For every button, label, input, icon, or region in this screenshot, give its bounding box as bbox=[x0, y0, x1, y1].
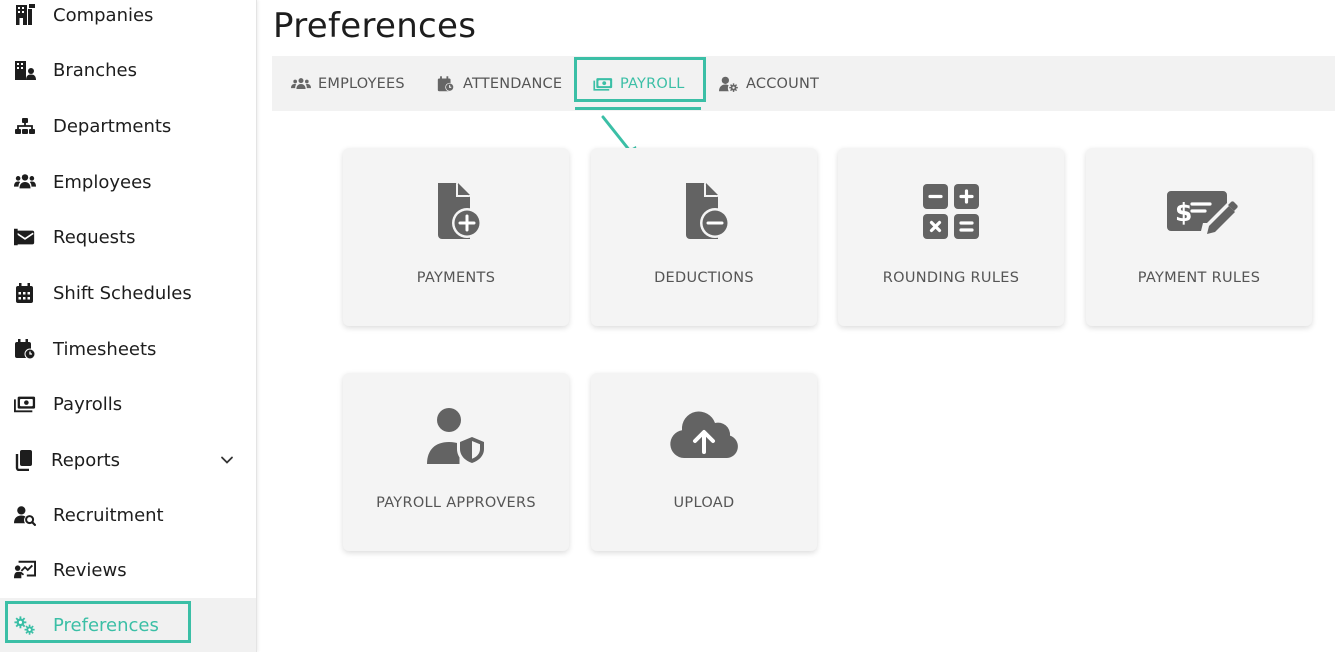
card-label: UPLOAD bbox=[673, 495, 735, 511]
card-payment-rules[interactable]: $ PAYMENT RULES bbox=[1086, 148, 1312, 326]
sidebar-item-label: Reviews bbox=[53, 559, 127, 581]
building-icon bbox=[13, 3, 37, 27]
page-title: Preferences bbox=[273, 6, 477, 46]
file-minus-icon bbox=[591, 180, 817, 242]
card-label: ROUNDING RULES bbox=[882, 270, 1020, 286]
sidebar-item-reports[interactable]: Reports bbox=[0, 440, 256, 480]
user-shield-icon bbox=[343, 405, 569, 467]
calendar-icon bbox=[13, 281, 37, 305]
sitemap-icon bbox=[13, 114, 37, 138]
calculator-icon bbox=[838, 180, 1064, 242]
card-payments[interactable]: PAYMENTS bbox=[343, 148, 569, 326]
chevron-down-icon[interactable] bbox=[218, 451, 236, 469]
card-label: PAYMENT RULES bbox=[1137, 270, 1261, 286]
svg-text:$: $ bbox=[1175, 198, 1192, 227]
card-deductions[interactable]: DEDUCTIONS bbox=[591, 148, 817, 326]
sidebar-item-employees[interactable]: Employees bbox=[0, 162, 256, 202]
tab-label: PAYROLL bbox=[620, 75, 685, 92]
sidebar-item-label: Departments bbox=[53, 115, 172, 137]
file-plus-icon bbox=[343, 180, 569, 242]
card-label: DEDUCTIONS bbox=[654, 270, 754, 286]
tab-label: ATTENDANCE bbox=[463, 75, 563, 92]
money-bill-icon bbox=[592, 75, 614, 93]
card-label: PAYROLL APPROVERS bbox=[376, 495, 536, 511]
card-payroll-approvers[interactable]: PAYROLL APPROVERS bbox=[343, 373, 569, 551]
sidebar-item-label: Companies bbox=[53, 4, 154, 26]
sidebar-item-label: Employees bbox=[53, 171, 152, 193]
sidebar-item-requests[interactable]: Requests bbox=[0, 217, 256, 257]
sidebar-item-recruitment[interactable]: Recruitment bbox=[0, 495, 256, 535]
branches-icon bbox=[13, 58, 37, 82]
user-cog-icon bbox=[718, 75, 740, 93]
calendar-clock-icon bbox=[13, 337, 37, 361]
money-bill-icon bbox=[13, 392, 37, 416]
sidebar: Companies Branches Departments Employees… bbox=[0, 0, 257, 652]
sidebar-item-preferences[interactable]: Preferences bbox=[0, 598, 256, 652]
tab-label: ACCOUNT bbox=[746, 75, 820, 92]
sidebar-item-label: Reports bbox=[51, 449, 121, 471]
sidebar-item-reviews[interactable]: Reviews bbox=[0, 550, 256, 590]
users-icon bbox=[290, 75, 312, 93]
active-tab-indicator bbox=[575, 107, 701, 110]
sidebar-item-label: Branches bbox=[53, 59, 137, 81]
money-check-edit-icon: $ bbox=[1086, 180, 1312, 242]
tab-account[interactable]: ACCOUNT bbox=[718, 56, 819, 111]
card-upload[interactable]: UPLOAD bbox=[591, 373, 817, 551]
card-rounding-rules[interactable]: ROUNDING RULES bbox=[838, 148, 1064, 326]
sidebar-item-label: Timesheets bbox=[53, 338, 157, 360]
cogs-icon bbox=[13, 614, 37, 638]
copy-icon bbox=[13, 448, 37, 472]
cloud-upload-icon bbox=[591, 405, 817, 467]
sidebar-item-label: Preferences bbox=[53, 615, 159, 636]
sidebar-item-label: Recruitment bbox=[53, 504, 164, 526]
envelope-icon bbox=[13, 225, 37, 249]
calendar-clock-icon bbox=[435, 75, 457, 93]
tab-employees[interactable]: EMPLOYEES bbox=[290, 56, 405, 111]
sidebar-item-label: Shift Schedules bbox=[53, 282, 192, 304]
tab-label: EMPLOYEES bbox=[318, 75, 405, 92]
chalkboard-icon bbox=[13, 558, 37, 582]
sidebar-item-timesheets[interactable]: Timesheets bbox=[0, 329, 256, 369]
sidebar-item-companies[interactable]: Companies bbox=[0, 0, 256, 35]
sidebar-item-payrolls[interactable]: Payrolls bbox=[0, 384, 256, 424]
tab-payroll[interactable]: PAYROLL bbox=[592, 56, 685, 111]
tab-bar: EMPLOYEES ATTENDANCE PAYROLL ACCOUNT bbox=[272, 56, 1335, 111]
sidebar-item-branches[interactable]: Branches bbox=[0, 50, 256, 90]
tab-attendance[interactable]: ATTENDANCE bbox=[435, 56, 562, 111]
sidebar-item-departments[interactable]: Departments bbox=[0, 106, 256, 146]
card-label: PAYMENTS bbox=[416, 270, 496, 286]
user-search-icon bbox=[13, 503, 37, 527]
sidebar-item-label: Payrolls bbox=[53, 393, 123, 415]
sidebar-item-shift-schedules[interactable]: Shift Schedules bbox=[0, 273, 256, 313]
sidebar-item-label: Requests bbox=[53, 226, 136, 248]
users-icon bbox=[13, 170, 37, 194]
